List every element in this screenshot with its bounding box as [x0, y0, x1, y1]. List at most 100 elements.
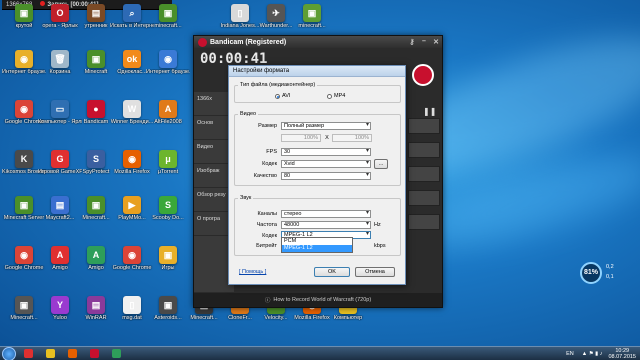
fps-label: FPS	[266, 149, 277, 155]
app-icon: ▣	[159, 4, 177, 22]
desktop-icon-label: AltFile2008	[154, 119, 182, 125]
panel-button[interactable]	[408, 118, 440, 134]
dropdown-option-pcm[interactable]: PCM	[282, 238, 352, 245]
language-indicator[interactable]: EN	[566, 351, 574, 357]
taskbar-app-button[interactable]	[106, 348, 126, 360]
app-icon: ▯	[231, 4, 249, 22]
panel-button[interactable]	[408, 166, 440, 182]
desktop-icon[interactable]: ▣ minecraft...	[146, 4, 190, 42]
app-icon: A	[159, 100, 177, 118]
app-icon: ◉	[15, 50, 33, 68]
app-icon: ◉	[15, 246, 33, 264]
ok-button[interactable]: OK	[314, 267, 350, 277]
taskbar-app-button[interactable]	[40, 348, 60, 360]
app-icon: ▤	[51, 196, 69, 214]
quality-select[interactable]: 80	[281, 172, 371, 180]
desktop-icon[interactable]: μ μTorrent	[146, 150, 190, 188]
key-icon[interactable]: ⚷	[406, 38, 418, 46]
taskbar-app-icon	[45, 349, 55, 358]
app-icon: ▤	[87, 296, 105, 314]
taskbar-app-icon	[67, 349, 77, 358]
app-icon: W	[123, 100, 141, 118]
taskbar-app-icon	[23, 349, 33, 358]
close-button[interactable]: ✕	[430, 38, 442, 46]
app-icon: ▣	[303, 4, 321, 22]
app-icon: O	[51, 4, 69, 22]
app-icon: ▤	[87, 4, 105, 22]
app-icon: ●	[87, 100, 105, 118]
app-icon: G	[51, 150, 69, 168]
taskbar-app-button[interactable]	[62, 348, 82, 360]
desktop-icon[interactable]: S Scooby Do...	[146, 196, 190, 234]
width-percent-input[interactable]: 100%	[281, 134, 321, 142]
start-button[interactable]	[2, 346, 16, 360]
desktop-icon-label: μTorrent	[157, 169, 179, 175]
app-icon: S	[159, 196, 177, 214]
app-icon: 🗑	[51, 50, 69, 68]
app-icon: S	[87, 150, 105, 168]
size-select[interactable]: Полный размер	[281, 122, 371, 130]
kbps-unit: kbps	[374, 243, 386, 249]
record-button[interactable]	[412, 64, 434, 86]
gadget-value-2: 0,1	[606, 274, 614, 280]
app-icon: ▣	[15, 196, 33, 214]
app-icon: ▣	[159, 246, 177, 264]
channels-select[interactable]: стерео	[281, 210, 371, 218]
taskbar-app-icon	[89, 349, 99, 358]
system-tray: EN ▲ ⚑ ▮ ♪ 10:29 08.07.2015	[566, 348, 640, 360]
desktop-icon[interactable]: ▣ Игры	[146, 246, 190, 284]
times-label: X	[325, 135, 329, 141]
taskbar-app-icon	[111, 349, 121, 358]
bandicam-footer-link[interactable]: ⓘ How to Record World of Warcraft (720p)	[194, 293, 442, 307]
tray-icons[interactable]: ▲ ⚑ ▮ ♪	[582, 351, 603, 357]
video-codec-select[interactable]: Xvid	[281, 160, 371, 168]
app-icon: Y	[51, 296, 69, 314]
dropdown-option-mpeg[interactable]: MPEG-1 L2	[282, 245, 352, 252]
panel-button[interactable]	[408, 214, 440, 230]
app-icon: K	[15, 150, 33, 168]
app-icon: A	[51, 246, 69, 264]
dialog-title: Настройки формата	[229, 66, 405, 77]
app-icon: ▯	[123, 296, 141, 314]
clock[interactable]: 10:29 08.07.2015	[608, 348, 636, 360]
bandicam-right-panel	[408, 118, 440, 278]
radio-mp4[interactable]: MP4	[327, 93, 345, 99]
taskbar-app-button[interactable]	[84, 348, 104, 360]
minimize-button[interactable]: –	[418, 38, 430, 46]
desktop-icon[interactable]: A AltFile2008	[146, 100, 190, 138]
desktop-icon-label: minecraft...	[154, 23, 182, 29]
app-icon: ◉	[123, 246, 141, 264]
bandicam-title: Bandicam (Registered)	[210, 38, 287, 46]
app-icon: ok	[123, 50, 141, 68]
fps-select[interactable]: 30	[281, 148, 371, 156]
quality-label: Качество	[253, 173, 277, 179]
channels-label: Каналы	[257, 211, 277, 217]
frequency-select[interactable]: 48000	[281, 221, 371, 229]
cancel-button[interactable]: Отмена	[355, 267, 395, 277]
help-link[interactable]: [ Помощь ]	[239, 269, 266, 275]
pause-icon[interactable]: ❚❚	[423, 107, 436, 116]
desktop-icon[interactable]: ◉ Интернет браузе...	[146, 50, 190, 88]
desktop-icon-label: Компьютер	[333, 315, 363, 321]
video-codec-label: Кодек	[262, 161, 277, 167]
app-icon: ◉	[123, 150, 141, 168]
format-settings-dialog: Настройки формата Тип файла (медиаконтей…	[228, 65, 406, 285]
app-icon: ▭	[51, 100, 69, 118]
desktop-icon-label: Игры	[161, 265, 175, 271]
taskbar-app-button[interactable]	[18, 348, 38, 360]
app-icon: ◉	[15, 100, 33, 118]
panel-button[interactable]	[408, 142, 440, 158]
size-label: Размер	[258, 123, 277, 129]
desktop-icon-label: minecraft...	[298, 23, 326, 29]
file-type-legend: Тип файла (медиаконтейнер)	[238, 82, 318, 88]
desktop-icon-label: Scooby Do...	[152, 215, 184, 221]
panel-button[interactable]	[408, 190, 440, 206]
app-icon: ▣	[15, 296, 33, 314]
cpu-meter-gadget[interactable]: 81% 0,2 0,1	[574, 258, 636, 288]
height-percent-input[interactable]: 100%	[332, 134, 372, 142]
desktop-icon-label: Интернет браузе...	[146, 69, 190, 75]
app-icon: ✈	[267, 4, 285, 22]
app-icon: ▣	[87, 50, 105, 68]
codec-settings-button[interactable]: ...	[374, 159, 388, 169]
radio-avi[interactable]: AVI	[275, 93, 290, 99]
